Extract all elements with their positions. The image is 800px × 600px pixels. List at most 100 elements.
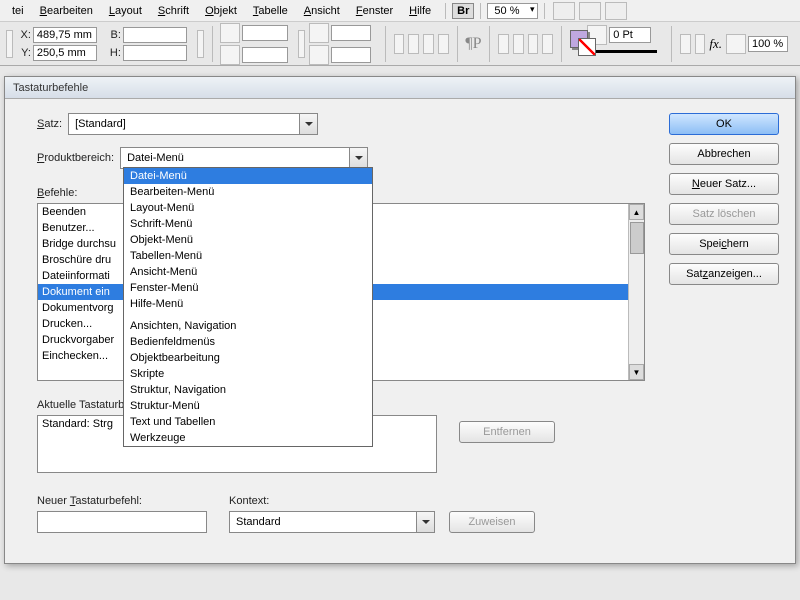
dropdown-item[interactable]: Datei-Menü xyxy=(124,168,372,184)
kontext-label: Kontext: xyxy=(229,495,269,507)
menu-separator xyxy=(544,3,545,19)
opacity-field[interactable]: 100 % xyxy=(748,36,788,52)
arrange-icon[interactable] xyxy=(579,2,601,20)
menu-objekt[interactable]: Objekt xyxy=(197,2,245,20)
entfernen-button[interactable]: Entfernen xyxy=(459,421,555,443)
menu-hilfe[interactable]: Hilfe xyxy=(401,2,439,20)
rotate-ccw-icon[interactable] xyxy=(394,34,405,54)
opacity-icon[interactable] xyxy=(680,34,691,54)
dropdown-item[interactable]: Objekt-Menü xyxy=(124,232,372,248)
dropdown-item[interactable]: Tabellen-Menü xyxy=(124,248,372,264)
menu-schrift[interactable]: Schrift xyxy=(150,2,197,20)
zoom-level[interactable]: 50 % xyxy=(487,3,538,19)
menu-bar: tei Bearbeiten Layout Schrift Objekt Tab… xyxy=(0,0,800,22)
ok-button[interactable]: OK xyxy=(669,113,779,135)
scrollbar[interactable]: ▲ ▼ xyxy=(628,204,644,380)
dropdown-item[interactable]: Schrift-Menü xyxy=(124,216,372,232)
satz-loeschen-button[interactable]: Satz löschen xyxy=(669,203,779,225)
drop-shadow-icon[interactable] xyxy=(695,34,706,54)
dropdown-item[interactable]: Ansichten, Navigation xyxy=(124,318,372,334)
select-next-icon[interactable] xyxy=(542,34,553,54)
opacity-label-icon xyxy=(726,34,746,54)
dropdown-item[interactable]: Ansicht-Menü xyxy=(124,264,372,280)
shear-icon xyxy=(309,45,329,65)
y-field[interactable]: 250,5 mm xyxy=(33,45,97,61)
satz-label: Satz: xyxy=(37,118,62,130)
dropdown-arrow-icon[interactable] xyxy=(416,512,434,532)
select-container-icon[interactable] xyxy=(498,34,509,54)
scroll-thumb[interactable] xyxy=(630,222,644,254)
scroll-down-icon[interactable]: ▼ xyxy=(629,364,644,380)
select-content-icon[interactable] xyxy=(513,34,524,54)
scale-x-icon xyxy=(220,23,240,43)
screen-mode-icon[interactable] xyxy=(553,2,575,20)
aktuelle-value: Standard: Strg xyxy=(42,418,113,430)
satz-value: [Standard] xyxy=(75,118,126,130)
menu-fenster[interactable]: Fenster xyxy=(348,2,401,20)
paragraph-icon[interactable]: ¶P xyxy=(465,35,481,53)
dropdown-item[interactable]: Hilfe-Menü xyxy=(124,296,372,312)
w-field[interactable] xyxy=(123,27,187,43)
stroke-weight-field[interactable]: 0 Pt xyxy=(609,27,651,43)
produktbereich-combo[interactable]: Datei-Menü xyxy=(120,147,368,169)
link-scale-icon[interactable] xyxy=(298,30,305,58)
flip-h-icon[interactable] xyxy=(423,34,434,54)
speichern-button[interactable]: Speichern xyxy=(669,233,779,255)
rotate-icon xyxy=(309,23,329,43)
dropdown-item[interactable]: Bedienfeldmenüs xyxy=(124,334,372,350)
h-field[interactable] xyxy=(123,45,187,61)
scale-y-icon xyxy=(220,45,240,65)
rotate-cw-icon[interactable] xyxy=(408,34,419,54)
select-prev-icon[interactable] xyxy=(528,34,539,54)
satz-combo[interactable]: [Standard] xyxy=(68,113,318,135)
menu-layout[interactable]: Layout xyxy=(101,2,150,20)
h-label: H: xyxy=(107,47,121,59)
dropdown-item[interactable]: Layout-Menü xyxy=(124,200,372,216)
keyboard-shortcuts-dialog: Tastaturbefehle Satz: [Standard] Produkt… xyxy=(4,76,796,564)
abbrechen-button[interactable]: Abbrechen xyxy=(669,143,779,165)
produktbereich-label: Produktbereich: xyxy=(37,152,114,164)
dropdown-arrow-icon[interactable] xyxy=(349,148,367,168)
y-label: Y: xyxy=(17,47,31,59)
stroke-style-field[interactable] xyxy=(587,50,657,62)
produktbereich-dropdown[interactable]: Datei-MenüBearbeiten-MenüLayout-MenüSchr… xyxy=(123,167,373,447)
scale-x-field[interactable] xyxy=(242,25,288,41)
x-field[interactable]: 489,75 mm xyxy=(33,27,97,43)
dropdown-item[interactable]: Struktur-Menü xyxy=(124,398,372,414)
neuer-satz-button[interactable]: Neuer Satz... xyxy=(669,173,779,195)
neuer-label: Neuer Tastaturbefehl: xyxy=(37,495,142,507)
link-wh-icon[interactable] xyxy=(197,30,204,58)
workspace-icon[interactable] xyxy=(605,2,627,20)
menu-bearbeiten[interactable]: Bearbeiten xyxy=(32,2,101,20)
menu-separator xyxy=(480,3,481,19)
menu-ansicht[interactable]: Ansicht xyxy=(296,2,348,20)
neuer-field[interactable] xyxy=(37,511,207,533)
x-label: X: xyxy=(17,29,31,41)
menu-separator xyxy=(445,3,446,19)
satz-anzeigen-button[interactable]: Satz anzeigen... xyxy=(669,263,779,285)
stroke-swatch[interactable] xyxy=(578,38,596,56)
scroll-up-icon[interactable]: ▲ xyxy=(629,204,644,220)
kontext-combo[interactable]: Standard xyxy=(229,511,435,533)
menu-datei[interactable]: tei xyxy=(4,2,32,20)
dropdown-item[interactable]: Struktur, Navigation xyxy=(124,382,372,398)
rotate-field[interactable] xyxy=(331,25,371,41)
flip-v-icon[interactable] xyxy=(438,34,449,54)
dropdown-item[interactable]: Werkzeuge xyxy=(124,430,372,446)
menu-tabelle[interactable]: Tabelle xyxy=(245,2,296,20)
kontext-value: Standard xyxy=(236,516,281,528)
w-label: B: xyxy=(107,29,121,41)
bridge-button[interactable]: Br xyxy=(452,3,474,19)
zuweisen-button[interactable]: Zuweisen xyxy=(449,511,535,533)
dropdown-item[interactable]: Text und Tabellen xyxy=(124,414,372,430)
scale-y-field[interactable] xyxy=(242,47,288,63)
reference-point-icon[interactable] xyxy=(6,30,13,58)
dialog-titlebar[interactable]: Tastaturbefehle xyxy=(5,77,795,99)
shear-field[interactable] xyxy=(331,47,371,63)
dropdown-item[interactable]: Skripte xyxy=(124,366,372,382)
dropdown-item[interactable]: Objektbearbeitung xyxy=(124,350,372,366)
dropdown-item[interactable]: Fenster-Menü xyxy=(124,280,372,296)
fx-icon[interactable]: fx. xyxy=(709,36,722,52)
dropdown-item[interactable]: Bearbeiten-Menü xyxy=(124,184,372,200)
dropdown-arrow-icon[interactable] xyxy=(299,114,317,134)
